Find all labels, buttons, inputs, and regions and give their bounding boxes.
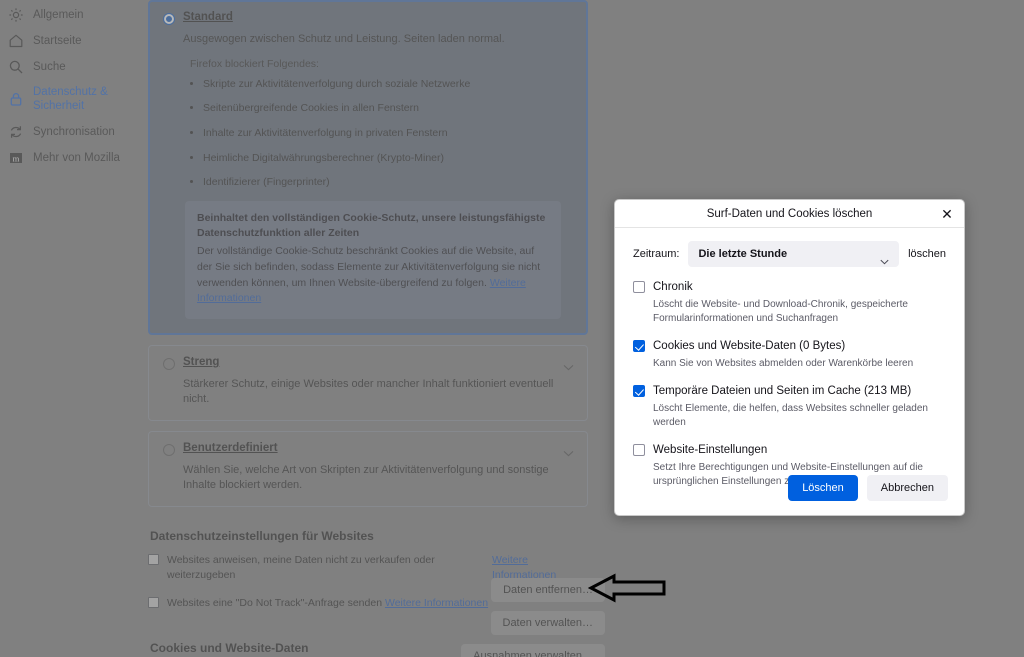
checkbox-label: Websites eine "Do Not Track"-Anfrage sen…	[167, 597, 383, 609]
lock-icon	[8, 91, 24, 107]
list-item: Skripte zur Aktivitätenverfolgung durch …	[203, 78, 573, 91]
checkbox-website-settings[interactable]	[633, 444, 645, 456]
list-item: Identifizierer (Fingerprinter)	[203, 176, 573, 189]
checkbox-label: Websites anweisen, meine Daten nicht zu …	[167, 553, 435, 581]
option-description: Kann Sie von Websites abmelden oder Ware…	[653, 358, 914, 369]
sidebar-label: Startseite	[33, 34, 82, 47]
dialog-body: Zeitraum: Die letzte Stunde löschen Chro…	[615, 228, 964, 489]
option-description: Löscht die Website- und Download-Chronik…	[653, 299, 908, 324]
cancel-button[interactable]: Abbrechen	[866, 475, 948, 501]
checkbox-cookies-and-site-data[interactable]	[633, 340, 645, 352]
settings-main: Standard Ausgewogen zwischen Schutz und …	[148, 0, 588, 657]
info-body-text: Der vollständige Cookie-Schutz beschränk…	[197, 245, 541, 289]
option-header[interactable]: Website-Einstellungen	[633, 444, 946, 456]
sync-icon	[8, 124, 24, 140]
etp-standard-subtitle: Firefox blockiert Folgendes:	[190, 57, 319, 70]
time-range-select[interactable]: Die letzte Stunde	[688, 241, 900, 267]
confirm-delete-button[interactable]: Löschen	[788, 475, 858, 501]
clear-browsing-data-dialog: Surf-Daten und Cookies löschen ✕ Zeitrau…	[614, 199, 965, 516]
checkbox-do-not-sell[interactable]	[148, 553, 159, 565]
cookie-protection-info: Beinhaltet den vollständigen Cookie-Schu…	[185, 200, 561, 320]
chevron-down-icon	[563, 444, 574, 457]
etp-standard-description: Ausgewogen zwischen Schutz und Leistung.…	[183, 33, 505, 45]
etp-option-standard[interactable]: Standard Ausgewogen zwischen Schutz und …	[148, 0, 588, 336]
time-range-label: Zeitraum:	[633, 248, 680, 260]
option-header[interactable]: Temporäre Dateien und Seiten im Cache (2…	[633, 385, 946, 397]
etp-streng-title: Streng	[183, 356, 220, 369]
etp-standard-title: Standard	[183, 11, 233, 23]
option-description: Löscht Elemente, die helfen, dass Websit…	[653, 403, 928, 428]
chevron-down-icon	[880, 252, 889, 265]
etp-streng-description: Stärkerer Schutz, einige Websites oder m…	[183, 378, 554, 406]
radio-benutzerdefiniert[interactable]	[163, 443, 175, 456]
sidebar-item-allgemein[interactable]: Allgemein	[0, 2, 145, 28]
option-header[interactable]: Chronik	[633, 281, 946, 293]
checkbox-label-group: Websites eine "Do Not Track"-Anfrage sen…	[167, 596, 488, 611]
dialog-option-cookies: Cookies und Website-Daten (0 Bytes) Kann…	[633, 340, 946, 371]
option-label: Website-Einstellungen	[653, 444, 768, 456]
time-range-row: Zeitraum: Die letzte Stunde löschen	[633, 241, 946, 267]
sidebar-item-synchronisation[interactable]: Synchronisation	[0, 119, 145, 145]
dialog-footer: Löschen Abbrechen	[788, 475, 948, 501]
sidebar-item-suche[interactable]: Suche	[0, 54, 145, 80]
etp-custom-description: Wählen Sie, welche Art von Skripten zur …	[183, 463, 549, 491]
checkbox-temporary-files-cache[interactable]	[633, 385, 645, 397]
chevron-down-icon	[563, 358, 574, 371]
info-body: Der vollständige Cookie-Schutz beschränk…	[197, 244, 549, 307]
svg-text:m: m	[13, 153, 20, 163]
checkbox-do-not-track[interactable]	[148, 597, 159, 608]
settings-sidebar: Allgemein Startseite Suche Datenschutz &…	[0, 0, 145, 657]
sidebar-item-mehr-von-mozilla[interactable]: m Mehr von Mozilla	[0, 145, 145, 171]
time-range-value: Die letzte Stunde	[698, 248, 788, 260]
etp-custom-title: Benutzerdefiniert	[183, 441, 278, 454]
mozilla-icon: m	[8, 150, 24, 166]
sidebar-label: Allgemein	[33, 8, 84, 21]
radio-streng[interactable]	[163, 358, 175, 371]
sidebar-item-startseite[interactable]: Startseite	[0, 28, 145, 54]
sidebar-item-datenschutz-sicherheit[interactable]: Datenschutz & Sicherheit	[0, 80, 145, 119]
home-icon	[8, 33, 24, 49]
etp-standard-blocklist: Skripte zur Aktivitätenverfolgung durch …	[203, 78, 573, 189]
search-icon	[8, 59, 24, 75]
gear-icon	[8, 7, 24, 23]
list-item: Heimliche Digitalwährungsberechner (Kryp…	[203, 152, 573, 165]
left-arrow-annotation	[587, 570, 668, 611]
manage-exceptions-button[interactable]: Ausnahmen verwalten…	[461, 644, 605, 657]
option-label: Chronik	[653, 281, 693, 293]
sidebar-label: Suche	[33, 60, 66, 73]
dialog-option-chronik: Chronik Löscht die Website- und Download…	[633, 281, 946, 326]
dialog-title-bar: Surf-Daten und Cookies löschen ✕	[615, 200, 964, 228]
radio-standard[interactable]	[163, 13, 175, 25]
checkbox-chronik[interactable]	[633, 281, 645, 293]
sidebar-label: Datenschutz & Sicherheit	[33, 86, 108, 113]
dialog-option-cache: Temporäre Dateien und Seiten im Cache (2…	[633, 385, 946, 430]
close-icon[interactable]: ✕	[938, 205, 956, 223]
option-label: Cookies und Website-Daten (0 Bytes)	[653, 340, 846, 352]
section-heading-website-privacy: Datenschutzeinstellungen für Websites	[150, 528, 374, 543]
sidebar-label: Mehr von Mozilla	[33, 151, 120, 164]
cookies-button-stack: Daten entfernen… Daten verwalten… Ausnah…	[461, 578, 605, 657]
etp-option-benutzerdefiniert[interactable]: Benutzerdefiniert Wählen Sie, welche Art…	[148, 430, 588, 507]
time-range-suffix: löschen	[908, 248, 946, 260]
list-item: Inhalte zur Aktivitätenverfolgung in pri…	[203, 127, 573, 140]
option-header[interactable]: Cookies und Website-Daten (0 Bytes)	[633, 340, 946, 352]
option-label: Temporäre Dateien und Seiten im Cache (2…	[653, 385, 912, 397]
dialog-title: Surf-Daten und Cookies löschen	[706, 207, 873, 220]
manage-data-button[interactable]: Daten verwalten…	[490, 611, 605, 635]
info-title: Beinhaltet den vollständigen Cookie-Schu…	[197, 211, 546, 239]
sidebar-label: Synchronisation	[33, 125, 115, 138]
list-item: Seitenübergreifende Cookies in allen Fen…	[203, 102, 573, 115]
etp-option-streng[interactable]: Streng Stärkerer Schutz, einige Websites…	[148, 345, 588, 421]
